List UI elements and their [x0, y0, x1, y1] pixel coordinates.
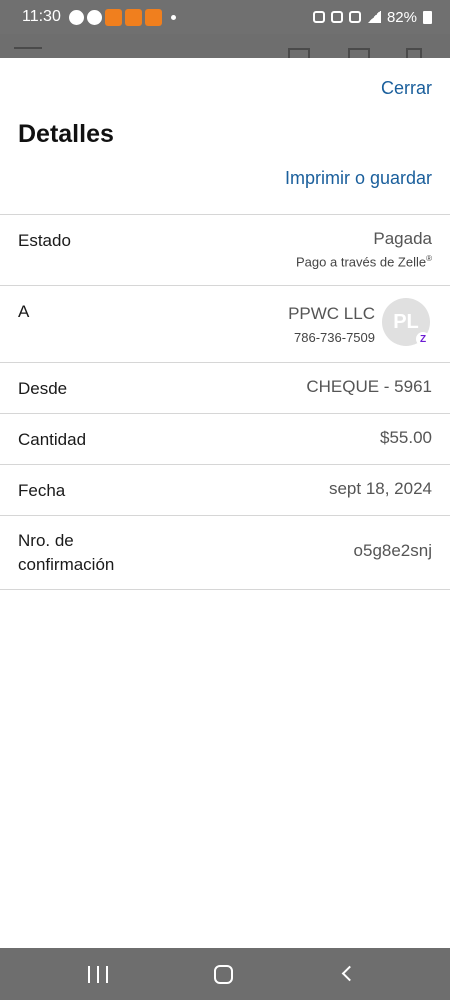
recent-apps-icon[interactable] [88, 966, 108, 983]
home-icon[interactable] [214, 965, 233, 984]
notification-icons [68, 8, 176, 26]
status-subtext: Pago a través de Zelle® [296, 254, 432, 269]
status-row: Estado Pagada Pago a través de Zelle® [0, 215, 450, 286]
confirmation-value: o5g8e2snj [353, 541, 432, 560]
screenshot-icon [312, 11, 325, 23]
date-value: sept 18, 2024 [328, 479, 432, 498]
confirmation-label: Nro. de confirmación [18, 529, 114, 577]
status-time: 11:30 [22, 8, 61, 25]
background-app-header [0, 34, 450, 60]
recipient-info: PPWC LLC 786-736-7509 [288, 304, 375, 345]
menu-icon [14, 47, 42, 49]
avatar: PL Z [382, 298, 430, 346]
back-icon[interactable] [341, 965, 358, 982]
confirmation-label-line2: confirmación [18, 555, 115, 574]
app-notification-icon [144, 8, 162, 26]
status-value: Pagada [373, 229, 432, 248]
vibrate-icon [348, 11, 361, 23]
from-row: Desde CHEQUE - 5961 [0, 363, 450, 414]
recipient-phone: 786-736-7509 [294, 330, 375, 345]
status-bar: 11:30 82% [0, 0, 450, 34]
amount-row: Cantidad $55.00 [0, 414, 450, 465]
battery-percent: 82% [386, 8, 417, 26]
from-label: Desde [18, 379, 68, 398]
recipient-name: PPWC LLC [288, 304, 375, 323]
page-title: Detalles [18, 120, 114, 148]
details-sheet: Cerrar Detalles Imprimir o guardar Estad… [0, 58, 450, 948]
confirmation-label-line1: Nro. de [18, 531, 74, 550]
recipient-label: A [18, 302, 30, 321]
zelle-subtext: Pago a través de Zelle [296, 254, 427, 270]
recipient-row: A PPWC LLC 786-736-7509 PL Z [0, 286, 450, 363]
zelle-badge-icon: Z [416, 332, 430, 346]
print-or-save-button[interactable]: Imprimir o guardar [285, 168, 432, 189]
confirmation-row: Nro. de confirmación o5g8e2snj [0, 516, 450, 590]
avatar-initials: PL [393, 310, 419, 333]
status-label: Estado [18, 231, 71, 250]
amount-value: $55.00 [380, 428, 432, 447]
alarm-icon [330, 11, 343, 23]
more-notifications-icon [170, 14, 176, 20]
from-value: CHEQUE - 5961 [306, 377, 432, 396]
app-notification-icon [104, 8, 122, 26]
close-button[interactable]: Cerrar [381, 78, 432, 99]
message-icon [68, 9, 84, 25]
status-value-group: Pagada Pago a través de Zelle® [296, 229, 432, 269]
system-nav-bar [0, 948, 450, 1000]
signal-icon [366, 11, 381, 23]
system-icons: 82% [312, 8, 432, 26]
date-row: Fecha sept 18, 2024 [0, 465, 450, 516]
messenger-icon [86, 9, 102, 25]
date-label: Fecha [18, 481, 66, 500]
details-list: Estado Pagada Pago a través de Zelle® A … [0, 214, 450, 590]
battery-icon [423, 10, 432, 24]
amount-label: Cantidad [18, 430, 87, 449]
registered-mark: ® [426, 254, 432, 263]
app-notification-icon [124, 8, 142, 26]
